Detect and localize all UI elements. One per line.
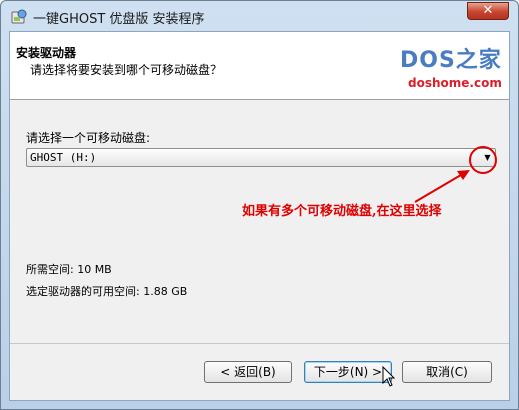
drive-select[interactable]: GHOST (H:) ▼ (26, 148, 496, 167)
footer-divider (10, 343, 509, 344)
window-title: 一键GHOST 优盘版 安装程序 (33, 12, 205, 27)
close-icon: ✕ (482, 3, 494, 18)
cancel-button[interactable]: 取消(C) (402, 361, 492, 383)
wizard-header: 安装驱动器 请选择将要安装到哪个可移动磁盘？ DOS之家 doshome.com (10, 32, 509, 100)
back-button[interactable]: < 返回(B) (204, 361, 292, 383)
installer-app-icon (11, 9, 27, 24)
required-space-text: 所需空间: 10 MB (26, 263, 112, 276)
close-button[interactable]: ✕ (467, 2, 509, 20)
page-subtitle: 请选择将要安装到哪个可移动磁盘？ (30, 63, 223, 77)
drive-select-value: GHOST (H:) (30, 151, 97, 164)
title-bar[interactable]: 一键GHOST 优盘版 安装程序 ✕ (1, 1, 518, 31)
drive-select-label: 请选择一个可移动磁盘: (26, 131, 151, 145)
highlight-circle (469, 146, 497, 174)
dos-home-url: doshome.com (408, 76, 502, 90)
available-space-text: 选定驱动器的可用空间: 1.88 GB (26, 285, 188, 298)
next-button[interactable]: 下一步(N) > (304, 361, 392, 383)
annotation-text: 如果有多个可移动磁盘,在这里选择 (242, 204, 442, 219)
page-title: 安装驱动器 (16, 46, 77, 60)
wizard-content: 安装驱动器 请选择将要安装到哪个可移动磁盘？ DOS之家 doshome.com… (9, 31, 510, 401)
dos-home-logo: DOS之家 (400, 48, 502, 73)
mouse-cursor-icon (382, 366, 396, 387)
installer-window: 一键GHOST 优盘版 安装程序 ✕ 安装驱动器 请选择将要安装到哪个可移动磁盘… (0, 0, 519, 410)
